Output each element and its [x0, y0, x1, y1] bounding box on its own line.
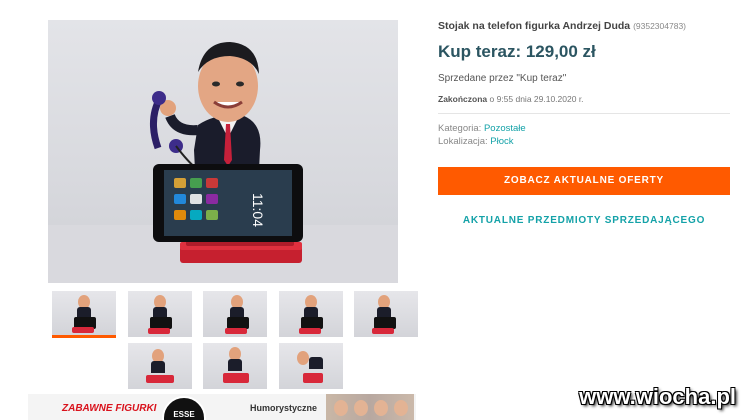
ended-label: Zakończona — [438, 94, 488, 104]
category-link[interactable]: Pozostałe — [484, 123, 526, 134]
thumbnail-4[interactable] — [279, 291, 343, 337]
location-label: Lokalizacja: — [438, 136, 491, 147]
ended-info: Zakończona o 9:55 dnia 29.10.2020 r. — [438, 94, 584, 104]
product-title: Stojak na telefon figurka Andrzej Duda (… — [438, 20, 686, 32]
phone-clock-text: 11:04 — [250, 193, 266, 227]
logo-text: ESSE — [173, 410, 195, 419]
location-row: Lokalizacja: Płock — [438, 136, 514, 147]
ended-time: o 9:55 dnia 29.10.2020 r. — [487, 94, 584, 104]
figurine-phone-stand-image: 11:04 — [48, 42, 398, 283]
esse-logo: ESSE — [162, 396, 206, 420]
thumbnail-3[interactable] — [203, 291, 267, 337]
banner-faces-image — [326, 394, 414, 420]
category-label: Kategoria: — [438, 123, 484, 134]
watermark: www.wiocha.pl — [579, 384, 736, 409]
thumbnail-1[interactable] — [52, 291, 116, 338]
sold-by-text: Sprzedane przez "Kup teraz" — [438, 73, 567, 84]
location-link[interactable]: Płock — [490, 136, 513, 147]
divider — [438, 113, 730, 114]
product-title-text: Stojak na telefon figurka Andrzej Duda — [438, 20, 631, 32]
banner-left-text: ZABAWNE FIGURKI — [62, 403, 157, 414]
thumbnail-7[interactable] — [203, 343, 267, 389]
seller-items-link[interactable]: AKTUALNE PRZEDMIOTY SPRZEDAJĄCEGO — [438, 215, 730, 226]
banner-right-text: Humorystyczne — [250, 403, 318, 413]
item-id: (9352304783) — [633, 21, 686, 31]
main-product-photo[interactable]: 11:04 — [48, 20, 398, 283]
thumbnail-5[interactable] — [354, 291, 418, 337]
category-row: Kategoria: Pozostałe — [438, 123, 526, 134]
price: Kup teraz: 129,00 zł — [438, 42, 596, 61]
see-current-offers-button[interactable]: ZOBACZ AKTUALNE OFERTY — [438, 167, 730, 195]
thumbnail-2[interactable] — [128, 291, 192, 337]
promo-banner[interactable]: ZABAWNE FIGURKI ESSE Humorystyczne — [28, 394, 416, 420]
thumbnail-8[interactable] — [279, 343, 343, 389]
thumbnail-6[interactable] — [128, 343, 192, 389]
